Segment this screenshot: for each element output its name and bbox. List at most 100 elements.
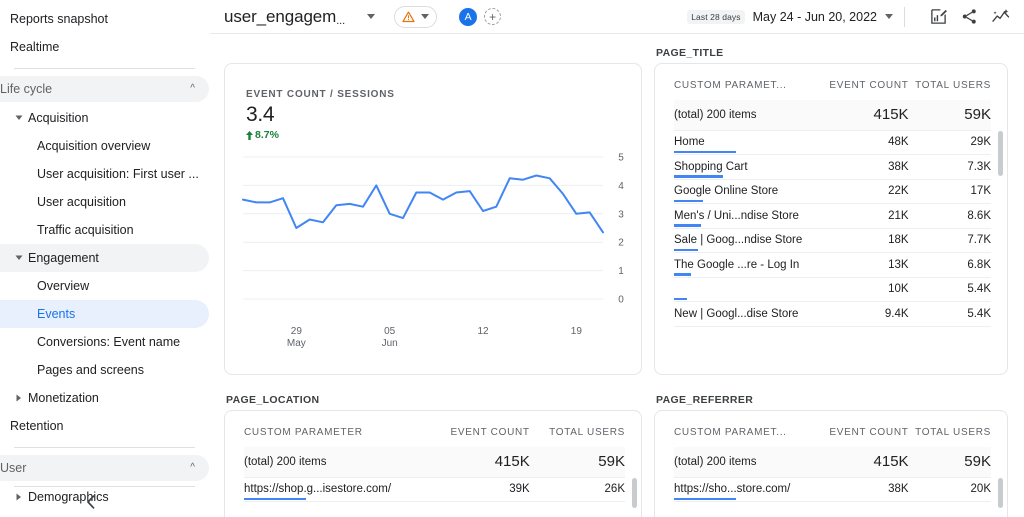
share-button[interactable] bbox=[961, 8, 978, 25]
table-row[interactable]: New | Googl...dise Store 9.4K 5.4K bbox=[674, 301, 991, 327]
sidebar-item-realtime[interactable]: Realtime bbox=[0, 33, 209, 61]
row-label[interactable]: Sale | Goog...ndise Store bbox=[674, 228, 820, 253]
page-title-scrollbar[interactable] bbox=[998, 131, 1003, 176]
chevron-down-icon bbox=[885, 14, 893, 19]
date-range-picker[interactable]: May 24 - Jun 20, 2022 bbox=[753, 10, 893, 24]
row-proportion-bar bbox=[244, 497, 306, 500]
row-label[interactable]: New | Googl...dise Store bbox=[674, 301, 820, 327]
page-referrer-scrollbar[interactable] bbox=[998, 478, 1003, 508]
report-selector-dropdown[interactable] bbox=[367, 14, 376, 19]
sidebar-item-label: User acquisition: First user ... bbox=[37, 166, 199, 181]
sidebar-item-label: Reports snapshot bbox=[10, 11, 108, 26]
row-total-users: 7.7K bbox=[908, 228, 991, 253]
sidebar-section-user[interactable]: User ^ bbox=[0, 455, 209, 481]
row-proportion-bar bbox=[674, 273, 691, 276]
edit-report-button[interactable] bbox=[930, 8, 947, 25]
column-header[interactable]: EVENT COUNT bbox=[427, 427, 530, 447]
arrow-up-icon bbox=[246, 130, 253, 140]
sidebar-item-pages-and-screens[interactable]: Pages and screens bbox=[0, 356, 209, 384]
row-label[interactable]: Google Online Store bbox=[674, 179, 820, 204]
avatar[interactable]: A bbox=[459, 7, 478, 26]
table-row[interactable]: https://shop.g...isestore.com/ 39K 26K bbox=[244, 477, 625, 502]
table-row[interactable]: 10K 5.4K bbox=[674, 277, 991, 302]
row-total-users: 5.4K bbox=[908, 301, 991, 327]
insights-button[interactable] bbox=[992, 8, 1010, 25]
row-label[interactable]: Men's / Uni...ndise Store bbox=[674, 203, 820, 229]
total-label: (total) 200 items bbox=[244, 447, 427, 478]
add-comparison-button[interactable]: + bbox=[484, 8, 502, 25]
page-title-table-wrap: CUSTOM PARAMET... EVENT COUNT TOTAL USERS … bbox=[655, 64, 1007, 327]
column-header[interactable]: CUSTOM PARAMET... bbox=[674, 427, 820, 447]
column-header[interactable]: TOTAL USERS bbox=[909, 80, 991, 100]
row-label[interactable]: https://shop.g...isestore.com/ bbox=[244, 477, 427, 502]
sidebar-section-life-cycle[interactable]: Life cycle ^ bbox=[0, 76, 209, 102]
row-label[interactable]: The Google ...re - Log In bbox=[674, 252, 820, 278]
page-location-scrollbar[interactable] bbox=[632, 478, 637, 508]
sidebar-item-traffic-acquisition[interactable]: Traffic acquisition bbox=[0, 216, 209, 244]
row-label[interactable] bbox=[674, 277, 820, 302]
data-warning-chip[interactable] bbox=[394, 5, 438, 28]
caret-down-icon[interactable] bbox=[10, 115, 28, 121]
column-header[interactable]: EVENT COUNT bbox=[820, 427, 909, 447]
row-label[interactable]: Home bbox=[674, 130, 820, 155]
sidebar-item-acquisition-overview[interactable]: Acquisition overview bbox=[0, 132, 209, 160]
column-header[interactable]: TOTAL USERS bbox=[909, 427, 991, 447]
sidebar-collapse-button[interactable] bbox=[0, 487, 209, 517]
total-event-count: 415K bbox=[819, 447, 909, 478]
table-row[interactable]: https://sho...store.com/ 38K 20K bbox=[674, 477, 991, 502]
row-label[interactable]: https://sho...store.com/ bbox=[674, 477, 820, 502]
column-header[interactable]: EVENT COUNT bbox=[820, 80, 909, 100]
topbar-right-controls: Last 28 days May 24 - Jun 20, 2022 bbox=[687, 6, 1010, 27]
sidebar-item-label: User acquisition bbox=[37, 194, 126, 209]
sidebar-item-events[interactable]: Events bbox=[0, 300, 209, 328]
date-range-chip: Last 28 days bbox=[687, 9, 745, 24]
table-total-row: (total) 200 items 415K 59K bbox=[674, 100, 991, 131]
chart-x-tick: 05 Jun bbox=[381, 326, 398, 349]
table-row[interactable]: Men's / Uni...ndise Store 21K 8.6K bbox=[674, 203, 991, 229]
column-header[interactable]: CUSTOM PARAMET... bbox=[674, 80, 820, 100]
main-region: user_engagem... A + Last 28 days May 24 … bbox=[210, 0, 1024, 517]
sidebar-item-label: Retention bbox=[10, 418, 64, 433]
sidebar-item-monetization[interactable]: Monetization bbox=[0, 384, 209, 412]
total-label: (total) 200 items bbox=[674, 100, 820, 131]
sidebar-item-conversions-event-name[interactable]: Conversions: Event name bbox=[0, 328, 209, 356]
sidebar-item-engagement[interactable]: Engagement bbox=[0, 244, 209, 272]
sidebar-item-label: Engagement bbox=[28, 250, 99, 265]
table-row[interactable]: Home 48K 29K bbox=[674, 130, 991, 155]
chevron-up-icon[interactable]: ^ bbox=[190, 463, 195, 473]
row-label[interactable]: Shopping Cart bbox=[674, 154, 820, 180]
line-chart[interactable]: 5 4 3 2 1 0 29 May 05 Jun 12 19 bbox=[225, 147, 641, 354]
sidebar-item-label: Acquisition overview bbox=[37, 138, 151, 153]
sidebar-item-reports-snapshot[interactable]: Reports snapshot bbox=[0, 5, 209, 33]
row-event-count: 39K bbox=[426, 477, 530, 502]
report-grid: EVENT COUNT / SESSIONS 3.4 8.7% 5 4 3 2 1 0 2… bbox=[224, 34, 1008, 517]
page-title-ellipsis: ... bbox=[336, 14, 346, 27]
table-header-row: CUSTOM PARAMETER EVENT COUNT TOTAL USERS bbox=[244, 427, 625, 447]
sidebar-item-label: Traffic acquisition bbox=[37, 222, 134, 237]
sidebar-footer bbox=[0, 486, 209, 517]
table-row[interactable]: Google Online Store 22K 17K bbox=[674, 179, 991, 204]
sidebar-item-user-acquisition[interactable]: User acquisition bbox=[0, 188, 209, 216]
caret-right-icon[interactable] bbox=[10, 394, 28, 402]
page-location-panel-heading: PAGE_LOCATION bbox=[226, 394, 320, 406]
sidebar-item-acquisition[interactable]: Acquisition bbox=[0, 104, 209, 132]
total-event-count: 415K bbox=[426, 447, 530, 478]
page-referrer-panel-heading: PAGE_REFERRER bbox=[656, 394, 754, 406]
chevron-up-icon[interactable]: ^ bbox=[190, 84, 195, 94]
total-label: (total) 200 items bbox=[674, 447, 820, 478]
caret-down-icon[interactable] bbox=[10, 255, 28, 261]
column-header[interactable]: TOTAL USERS bbox=[530, 427, 625, 447]
table-row[interactable]: Shopping Cart 38K 7.3K bbox=[674, 154, 991, 180]
data-table: CUSTOM PARAMETER EVENT COUNT TOTAL USERS (… bbox=[244, 427, 625, 502]
column-header[interactable]: CUSTOM PARAMETER bbox=[244, 427, 427, 447]
sidebar-item-overview[interactable]: Overview bbox=[0, 272, 209, 300]
row-total-users: 20K bbox=[908, 477, 991, 502]
sidebar-item-retention[interactable]: Retention bbox=[0, 412, 209, 440]
table-row[interactable]: Sale | Goog...ndise Store 18K 7.7K bbox=[674, 228, 991, 253]
date-range-label: May 24 - Jun 20, 2022 bbox=[752, 9, 877, 24]
row-event-count: 38K bbox=[819, 477, 909, 502]
sidebar-item-label: Pages and screens bbox=[37, 362, 145, 377]
sidebar-item-user-acquisition-first-user[interactable]: User acquisition: First user ... bbox=[0, 160, 209, 188]
table-row[interactable]: The Google ...re - Log In 13K 6.8K bbox=[674, 252, 991, 278]
report-content: EVENT COUNT / SESSIONS 3.4 8.7% 5 4 3 2 1 0 2… bbox=[210, 34, 1024, 517]
